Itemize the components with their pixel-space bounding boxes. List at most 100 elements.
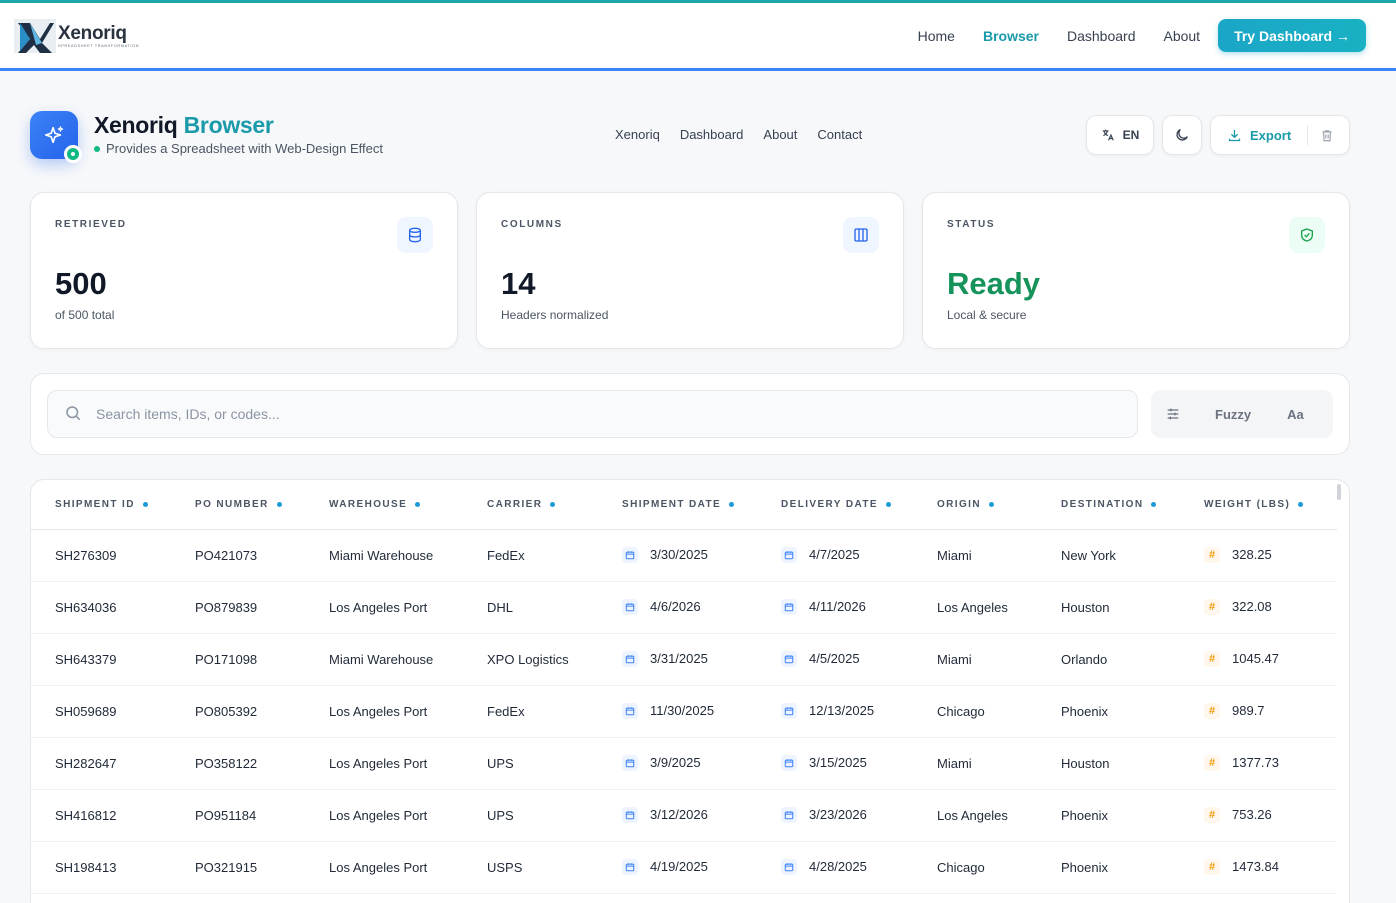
column-header[interactable]: WEIGHT (LBS) — [1180, 480, 1337, 530]
language-button[interactable]: EN — [1086, 115, 1154, 155]
table-row[interactable]: SH634036 PO879839 Los Angeles Port DHL 4/6/2… — [31, 581, 1337, 634]
brand-tagline: SPREADSHEET TRANSFORMATION — [58, 42, 140, 48]
column-header[interactable]: CARRIER — [463, 480, 598, 530]
column-header[interactable]: PO NUMBER — [171, 480, 305, 530]
cell-value: 4/11/2026 — [809, 598, 866, 614]
table-cell: #753.26 — [1180, 789, 1337, 842]
column-header[interactable]: DESTINATION — [1037, 480, 1180, 530]
cell-value: Miami Warehouse — [329, 651, 434, 667]
table-row[interactable]: SH416812 PO951184 Los Angeles Port UPS 3/12/… — [31, 789, 1337, 842]
nav-home[interactable]: Home — [918, 28, 955, 44]
filter-settings-icon[interactable] — [1165, 406, 1181, 422]
table-cell: Los Angeles Port — [305, 685, 463, 738]
stat-note: Headers normalized — [501, 308, 609, 322]
table-cell: SH276309 — [31, 529, 171, 582]
cell-value: Los Angeles Port — [329, 755, 428, 771]
table-cell: #1473.84 — [1180, 841, 1337, 894]
case-sensitive-toggle[interactable]: Aa — [1287, 407, 1304, 422]
cell-value: Los Angeles Port — [329, 859, 428, 875]
subnav-about[interactable]: About — [763, 127, 797, 142]
page-title: Xenoriq Browser — [94, 112, 274, 139]
stat-note: Local & secure — [947, 308, 1027, 322]
cell-value: 3/9/2025 — [650, 754, 701, 770]
table-cell: 4/28/2025 — [757, 841, 913, 894]
columns-icon — [843, 217, 879, 253]
column-header-label: SHIPMENT DATE — [622, 498, 722, 510]
trash-icon[interactable] — [1320, 128, 1334, 143]
cell-value: Chicago — [937, 703, 985, 719]
table-cell: SH059689 — [31, 685, 171, 738]
table-cell: Miami — [913, 529, 1037, 582]
calendar-icon — [622, 755, 638, 772]
brand-logo[interactable]: Xenoriq SPREADSHEET TRANSFORMATION — [14, 17, 139, 53]
fuzzy-toggle[interactable]: Fuzzy — [1215, 407, 1251, 422]
theme-toggle-button[interactable] — [1162, 115, 1202, 155]
calendar-icon — [781, 599, 797, 616]
table-cell: Miami — [913, 633, 1037, 686]
status-dot-icon — [94, 145, 100, 152]
table-cell: 4/5/2025 — [757, 633, 913, 686]
table-cell: #328.25 — [1180, 529, 1337, 582]
cell-value: DHL — [487, 599, 514, 615]
table-row[interactable]: SH282647 PO358122 Los Angeles Port UPS 3/9/2… — [31, 737, 1337, 790]
table-cell: 3/15/2025 — [757, 737, 913, 790]
cell-value: Phoenix — [1061, 859, 1108, 875]
try-dashboard-button[interactable]: Try Dashboard → — [1218, 19, 1366, 52]
calendar-icon — [781, 807, 797, 824]
table-row[interactable]: SH643379 PO171098 Miami Warehouse XPO Logis… — [31, 633, 1337, 686]
nav-browser[interactable]: Browser — [983, 28, 1039, 44]
table-row[interactable]: SH276309 PO421073 Miami Warehouse FedEx 3/30… — [31, 529, 1337, 582]
column-header-label: WEIGHT (LBS) — [1204, 498, 1291, 510]
data-table-container: SHIPMENT ID PO NUMBER WAREHOUSE CARRIER SHIP… — [30, 479, 1350, 903]
table-cell: #989.7 — [1180, 685, 1337, 738]
export-button[interactable]: Export — [1250, 128, 1291, 143]
table-row[interactable]: SH059689 PO805392 Los Angeles Port FedEx 11/… — [31, 685, 1337, 738]
cell-value: 328.25 — [1232, 546, 1272, 562]
table-cell: 3/30/2025 — [598, 529, 757, 582]
stat-value: 500 — [55, 266, 107, 301]
table-cell: 4/6/2026 — [598, 581, 757, 634]
download-icon[interactable] — [1227, 128, 1242, 143]
table-cell: Chicago — [913, 685, 1037, 738]
subtitle-text: Provides a Spreadsheet with Web-Design E… — [106, 141, 383, 156]
search-options: Fuzzy Aa — [1151, 390, 1333, 438]
subnav-dashboard[interactable]: Dashboard — [680, 127, 744, 142]
nav-about[interactable]: About — [1163, 28, 1200, 44]
top-navbar: Xenoriq SPREADSHEET TRANSFORMATION Home … — [0, 0, 1396, 71]
search-panel: Fuzzy Aa — [30, 373, 1350, 455]
cell-value: Orlando — [1061, 651, 1108, 667]
subnav-contact[interactable]: Contact — [817, 127, 862, 142]
table-cell: 4/7/2025 — [757, 529, 913, 582]
column-header[interactable]: ORIGIN — [913, 480, 1037, 530]
sort-indicator-icon — [142, 501, 148, 507]
sparkles-icon — [44, 126, 64, 144]
column-header[interactable]: WAREHOUSE — [305, 480, 463, 530]
stat-card-status: STATUS Ready Local & secure — [922, 192, 1350, 349]
search-input[interactable] — [96, 391, 1096, 437]
nav-dashboard[interactable]: Dashboard — [1067, 28, 1136, 44]
stat-value: 14 — [501, 266, 536, 301]
database-icon — [397, 217, 433, 253]
cell-value: 989.7 — [1232, 702, 1265, 718]
cell-value: PO879839 — [195, 599, 258, 615]
table-cell: 3/23/2026 — [757, 789, 913, 842]
cell-value: PO421073 — [195, 547, 258, 563]
calendar-icon — [622, 651, 638, 668]
cell-value: SH059689 — [55, 703, 117, 719]
title-accent: Browser — [183, 112, 274, 138]
column-header[interactable]: SHIPMENT DATE — [598, 480, 757, 530]
column-header[interactable]: SHIPMENT ID — [31, 480, 171, 530]
scrollbar[interactable] — [1337, 484, 1341, 500]
sort-indicator-icon — [885, 501, 891, 507]
calendar-icon — [781, 755, 797, 772]
column-header-label: WAREHOUSE — [329, 498, 408, 510]
divider — [1307, 125, 1309, 145]
column-header[interactable]: DELIVERY DATE — [757, 480, 913, 530]
subnav-xenoriq[interactable]: Xenoriq — [615, 127, 660, 142]
table-cell: Los Angeles Port — [305, 789, 463, 842]
table-cell: 11/30/2025 — [598, 685, 757, 738]
number-hash-icon: # — [1204, 651, 1220, 668]
table-row[interactable]: SH198413 PO321915 Los Angeles Port USPS 4/19… — [31, 841, 1337, 894]
table-cell: #1377.73 — [1180, 737, 1337, 790]
column-header-label: PO NUMBER — [195, 498, 269, 510]
